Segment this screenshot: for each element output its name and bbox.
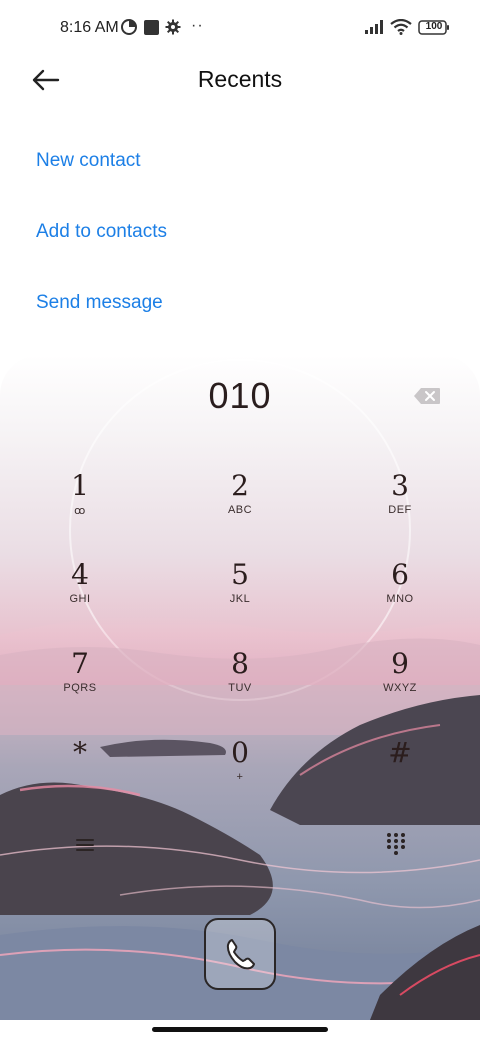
key-5[interactable]: 5 JKL <box>180 559 300 629</box>
key-digit: 6 <box>391 558 409 591</box>
key-0[interactable]: 0 + <box>180 737 300 807</box>
menu-icon[interactable] <box>74 835 96 855</box>
key-digit: # <box>388 736 412 769</box>
key-letters: JKL <box>229 593 251 605</box>
key-digit: 2 <box>231 469 249 502</box>
home-indicator[interactable] <box>152 1027 328 1032</box>
key-letters: ABC <box>227 504 253 516</box>
key-digit: 9 <box>391 647 409 680</box>
key-2[interactable]: 2 ABC <box>180 470 300 540</box>
page-title: Recents <box>197 66 283 92</box>
status-time: 8:16 AM <box>60 19 119 36</box>
dial-panel: 010 1 ꝏ 2 ABC 3 DEF 4 GHI 5 JKL 6 MNO 7 … <box>0 355 480 1020</box>
key-3[interactable]: 3 DEF <box>340 470 460 540</box>
key-star[interactable]: * <box>20 737 140 807</box>
key-9[interactable]: 9 WXYZ <box>340 648 460 718</box>
key-letters: GHI <box>69 593 91 605</box>
add-to-contacts-button[interactable]: Add to contacts <box>36 221 167 243</box>
new-contact-button[interactable]: New contact <box>36 150 141 172</box>
key-digit: 3 <box>391 469 409 502</box>
key-digit: 4 <box>71 558 89 591</box>
key-1[interactable]: 1 ꝏ <box>20 470 140 540</box>
key-8[interactable]: 8 TUV <box>180 648 300 718</box>
battery-level: 100 <box>425 21 443 32</box>
data-saver-icon <box>121 19 137 35</box>
key-4[interactable]: 4 GHI <box>20 559 140 629</box>
key-letters: DEF <box>388 504 412 516</box>
send-message-button[interactable]: Send message <box>36 292 163 314</box>
key-digit: * <box>73 736 87 769</box>
key-letters: PQRS <box>63 682 97 694</box>
key-letters: TUV <box>228 682 252 694</box>
key-letters: + <box>236 771 244 783</box>
key-hash[interactable]: # <box>340 737 460 807</box>
gear-icon <box>165 19 181 35</box>
key-letters: MNO <box>386 593 414 605</box>
signal-icon <box>365 20 383 34</box>
backspace-icon[interactable] <box>413 387 441 405</box>
dialpad-icon[interactable] <box>385 831 407 855</box>
key-digit: 1 <box>71 469 89 502</box>
key-digit: 8 <box>231 647 249 680</box>
status-bar: 8:16 AM ·· 100 <box>0 0 480 56</box>
call-button[interactable] <box>204 918 276 990</box>
wifi-icon <box>390 19 412 35</box>
voicemail-icon: ꝏ <box>74 505 86 517</box>
key-digit: 7 <box>71 647 89 680</box>
key-digit: 0 <box>231 736 249 769</box>
dial-number-display[interactable]: 010 <box>0 375 480 417</box>
key-digit: 5 <box>231 558 249 591</box>
square-notification-icon <box>144 20 159 35</box>
key-6[interactable]: 6 MNO <box>340 559 460 629</box>
more-notifications-icon: ·· <box>191 17 204 34</box>
phone-icon <box>226 939 255 970</box>
key-7[interactable]: 7 PQRS <box>20 648 140 718</box>
key-letters: WXYZ <box>383 682 417 694</box>
